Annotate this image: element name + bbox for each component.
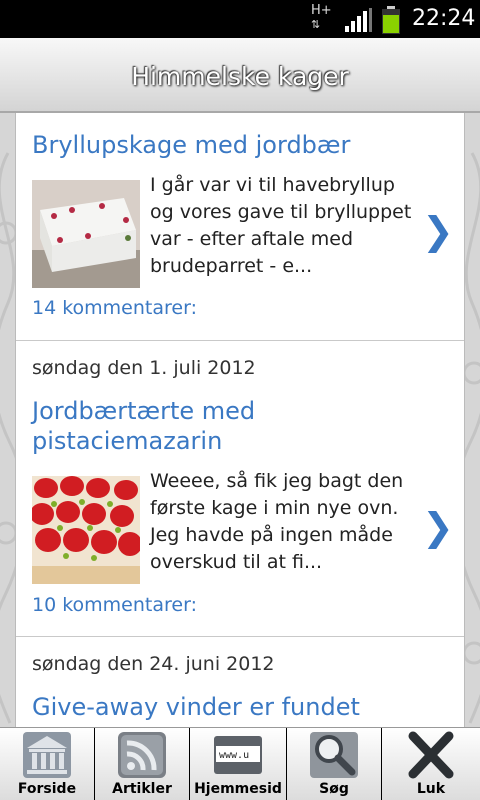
post-thumbnail-wedding-cake [32, 180, 140, 288]
tab-label: Artikler [112, 781, 172, 797]
post-excerpt: I går var vi til havebryllup og vores ga… [150, 174, 412, 277]
content-area[interactable]: Bryllupskage med jordbær I går var vi ti… [0, 113, 480, 727]
post-comments-link[interactable]: 10 kommentarer: [32, 594, 197, 616]
tab-label: Forside [17, 781, 77, 797]
app-header: Himmelske kager [0, 38, 480, 113]
rss-feed-icon [118, 732, 166, 778]
tab-label: Luk [416, 781, 446, 797]
page-title: Himmelske kager [131, 62, 349, 91]
www-icon-text: www.u [219, 750, 249, 761]
post-date: søndag den 24. juni 2012 [32, 653, 275, 675]
tab-luk[interactable]: Luk [382, 728, 480, 800]
post-excerpt: Weeee, så fik jeg bagt den første kage i… [150, 470, 404, 573]
battery-icon [382, 6, 400, 34]
tab-hjemmeside[interactable]: www.u Hjemmesid [190, 728, 287, 800]
post-item[interactable]: søndag den 1. juli 2012 Jordbærtærte med… [16, 341, 464, 637]
chevron-right-icon[interactable]: ❯ [422, 209, 454, 253]
close-x-icon [408, 731, 454, 779]
tab-artikler[interactable]: Artikler [95, 728, 190, 800]
post-thumbnail-strawberry-tart [32, 476, 140, 584]
status-bar: H+ ⇅ 22:24 [0, 0, 480, 38]
clock: 22:24 [412, 6, 476, 31]
post-comments-link[interactable]: 14 kommentarer: [32, 297, 197, 319]
magnifier-icon [310, 732, 358, 778]
post-title[interactable]: Bryllupskage med jordbær [32, 130, 412, 160]
bank-building-icon [23, 732, 71, 778]
tab-label: Hjemmesid [194, 781, 282, 797]
tab-label: Søg [319, 781, 349, 797]
post-item[interactable]: Bryllupskage med jordbær I går var vi ti… [16, 113, 464, 341]
bottom-tab-bar: Forside Artikler www.u Hjemmesid Søg Luk [0, 727, 480, 800]
post-item[interactable]: søndag den 24. juni 2012 Give-away vinde… [16, 637, 464, 727]
tab-sog[interactable]: Søg [287, 728, 382, 800]
post-title[interactable]: Give-away vinder er fundet [32, 692, 412, 722]
signal-strength-icon [345, 8, 372, 32]
post-list[interactable]: Bryllupskage med jordbær I går var vi ti… [15, 113, 465, 727]
post-title[interactable]: Jordbærtærte med pistaciemazarin [32, 396, 412, 456]
data-arrows-icon: ⇅ [311, 18, 321, 31]
chevron-right-icon[interactable]: ❯ [422, 505, 454, 549]
post-date: søndag den 1. juli 2012 [32, 357, 256, 379]
network-indicator: H+ ⇅ [311, 4, 332, 31]
www-icon: www.u [214, 736, 262, 774]
tab-forside[interactable]: Forside [0, 728, 95, 800]
network-type: H+ [311, 3, 332, 18]
